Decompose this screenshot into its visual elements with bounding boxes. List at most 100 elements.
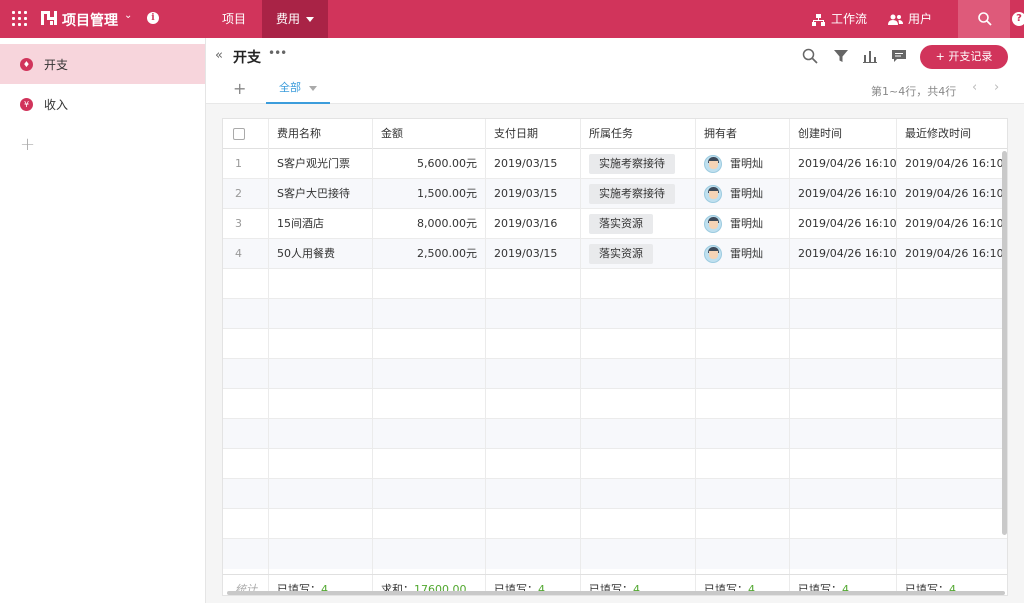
sidebar-item-expense[interactable]: ♦ 开支 [0,44,205,84]
date-cell[interactable]: 2019/03/15 [486,149,581,179]
empty-row [223,299,1007,329]
tab-all-view[interactable]: 全部 [266,78,330,104]
table-header-row: 费用名称 金额 支付日期 所属任务 拥有者 创建时间 最近修改时间 [223,119,1007,149]
search-icon[interactable] [802,48,818,64]
column-header[interactable]: 拥有者 [696,119,790,149]
task-cell[interactable]: 实施考察接待 [581,179,696,209]
date-cell[interactable]: 2019/03/15 [486,239,581,269]
fire-icon: ♦ [20,58,33,71]
owner-name: 雷明灿 [730,157,763,170]
sidebar-item-income[interactable]: ¥ 收入 [0,84,205,124]
avatar [704,155,722,173]
empty-row [223,539,1007,569]
table-row[interactable]: 2 S客户大巴接待 1,500.00元 2019/03/15 实施考察接待 雷明… [223,179,1007,209]
task-cell[interactable]: 落实资源 [581,239,696,269]
owner-cell[interactable]: 雷明灿 [696,209,790,239]
select-all-cell [223,119,269,149]
task-cell[interactable]: 实施考察接待 [581,149,696,179]
column-header[interactable]: 创建时间 [790,119,897,149]
comment-icon[interactable] [891,48,907,64]
table-row[interactable]: 4 50人用餐费 2,500.00元 2019/03/15 落实资源 雷明灿 2… [223,239,1007,269]
yen-icon: ¥ [20,98,33,111]
help-icon[interactable]: ? [1012,12,1024,26]
app-title[interactable]: 项目管理 [62,10,118,30]
column-header[interactable]: 最近修改时间 [897,119,1007,149]
modified-cell: 2019/04/26 16:10 [905,247,1004,260]
add-sheet-icon[interactable]: + [20,134,35,155]
empty-row [223,449,1007,479]
row-index: 2 [223,179,269,209]
empty-row [223,269,1007,299]
workflow-link[interactable]: 工作流 [812,0,867,38]
apps-grid-icon[interactable] [12,11,28,27]
collapse-sidebar-icon[interactable]: « [215,48,223,63]
empty-row [223,509,1007,539]
add-record-button[interactable]: + 开支记录 [920,45,1008,69]
tab-label: 全部 [279,81,301,94]
add-view-icon[interactable]: + [233,79,246,98]
horizontal-scrollbar[interactable] [227,591,1005,595]
chevron-down-icon[interactable]: ⌄ [124,10,132,21]
page-title: 开支 [233,50,261,66]
modified-cell: 2019/04/26 16:10 [905,187,1004,200]
org-chart-icon [812,13,825,26]
owner-cell[interactable]: 雷明灿 [696,239,790,269]
data-table: 费用名称 金额 支付日期 所属任务 拥有者 创建时间 最近修改时间 1 S客户观… [222,118,1008,596]
prev-page-icon[interactable]: ‹ [972,80,977,95]
app-logo-icon [41,11,57,25]
pagination-info: 第1~4行，共4行 [871,85,957,98]
created-cell: 2019/04/26 16:10 [790,179,897,209]
top-search-button[interactable] [958,0,1010,38]
avatar [704,245,722,263]
expense-name-cell[interactable]: S客户观光门票 [269,149,373,179]
users-link[interactable]: 用户 [888,0,932,38]
nav-tab-label: 费用 [275,12,300,26]
amount-cell[interactable]: 8,000.00元 [373,209,486,239]
empty-row [223,419,1007,449]
select-all-checkbox[interactable] [233,128,245,140]
column-header[interactable]: 费用名称 [269,119,373,149]
filter-icon[interactable] [833,48,849,64]
task-tag[interactable]: 落实资源 [589,214,653,234]
owner-cell[interactable]: 雷明灿 [696,179,790,209]
owner-cell[interactable]: 雷明灿 [696,149,790,179]
created-cell: 2019/04/26 16:10 [790,149,897,179]
sidebar-item-label: 收入 [44,98,69,112]
empty-row [223,329,1007,359]
expense-name-cell[interactable]: 15间酒店 [269,209,373,239]
avatar [704,185,722,203]
nav-tab-project[interactable]: 项目 [208,0,260,38]
column-header[interactable]: 支付日期 [486,119,581,149]
more-options-icon[interactable]: ••• [268,46,287,60]
next-page-icon[interactable]: › [994,80,999,95]
table-row[interactable]: 3 15间酒店 8,000.00元 2019/03/16 落实资源 雷明灿 20… [223,209,1007,239]
nav-tab-expense[interactable]: 费用 [262,0,328,38]
amount-cell[interactable]: 2,500.00元 [373,239,486,269]
task-tag[interactable]: 实施考察接待 [589,184,675,204]
row-index: 4 [223,239,269,269]
column-header[interactable]: 所属任务 [581,119,696,149]
created-cell: 2019/04/26 16:10 [790,239,897,269]
task-cell[interactable]: 落实资源 [581,209,696,239]
info-icon[interactable]: i [147,12,159,24]
workflow-label: 工作流 [831,12,868,26]
expense-name-cell[interactable]: S客户大巴接待 [269,179,373,209]
empty-row [223,479,1007,509]
row-index: 1 [223,149,269,179]
owner-name: 雷明灿 [730,187,763,200]
bar-chart-icon[interactable] [862,48,878,64]
modified-cell: 2019/04/26 16:10 [905,157,1004,170]
expense-name-cell[interactable]: 50人用餐费 [269,239,373,269]
table-row[interactable]: 1 S客户观光门票 5,600.00元 2019/03/15 实施考察接待 雷明… [223,149,1007,179]
amount-cell[interactable]: 5,600.00元 [373,149,486,179]
empty-row [223,389,1007,419]
amount-cell[interactable]: 1,500.00元 [373,179,486,209]
task-tag[interactable]: 实施考察接待 [589,154,675,174]
date-cell[interactable]: 2019/03/16 [486,209,581,239]
column-header[interactable]: 金额 [373,119,486,149]
sidebar: ♦ 开支 ¥ 收入 + [0,38,206,603]
created-cell: 2019/04/26 16:10 [790,209,897,239]
task-tag[interactable]: 落实资源 [589,244,653,264]
vertical-scrollbar[interactable] [1002,151,1007,535]
date-cell[interactable]: 2019/03/15 [486,179,581,209]
